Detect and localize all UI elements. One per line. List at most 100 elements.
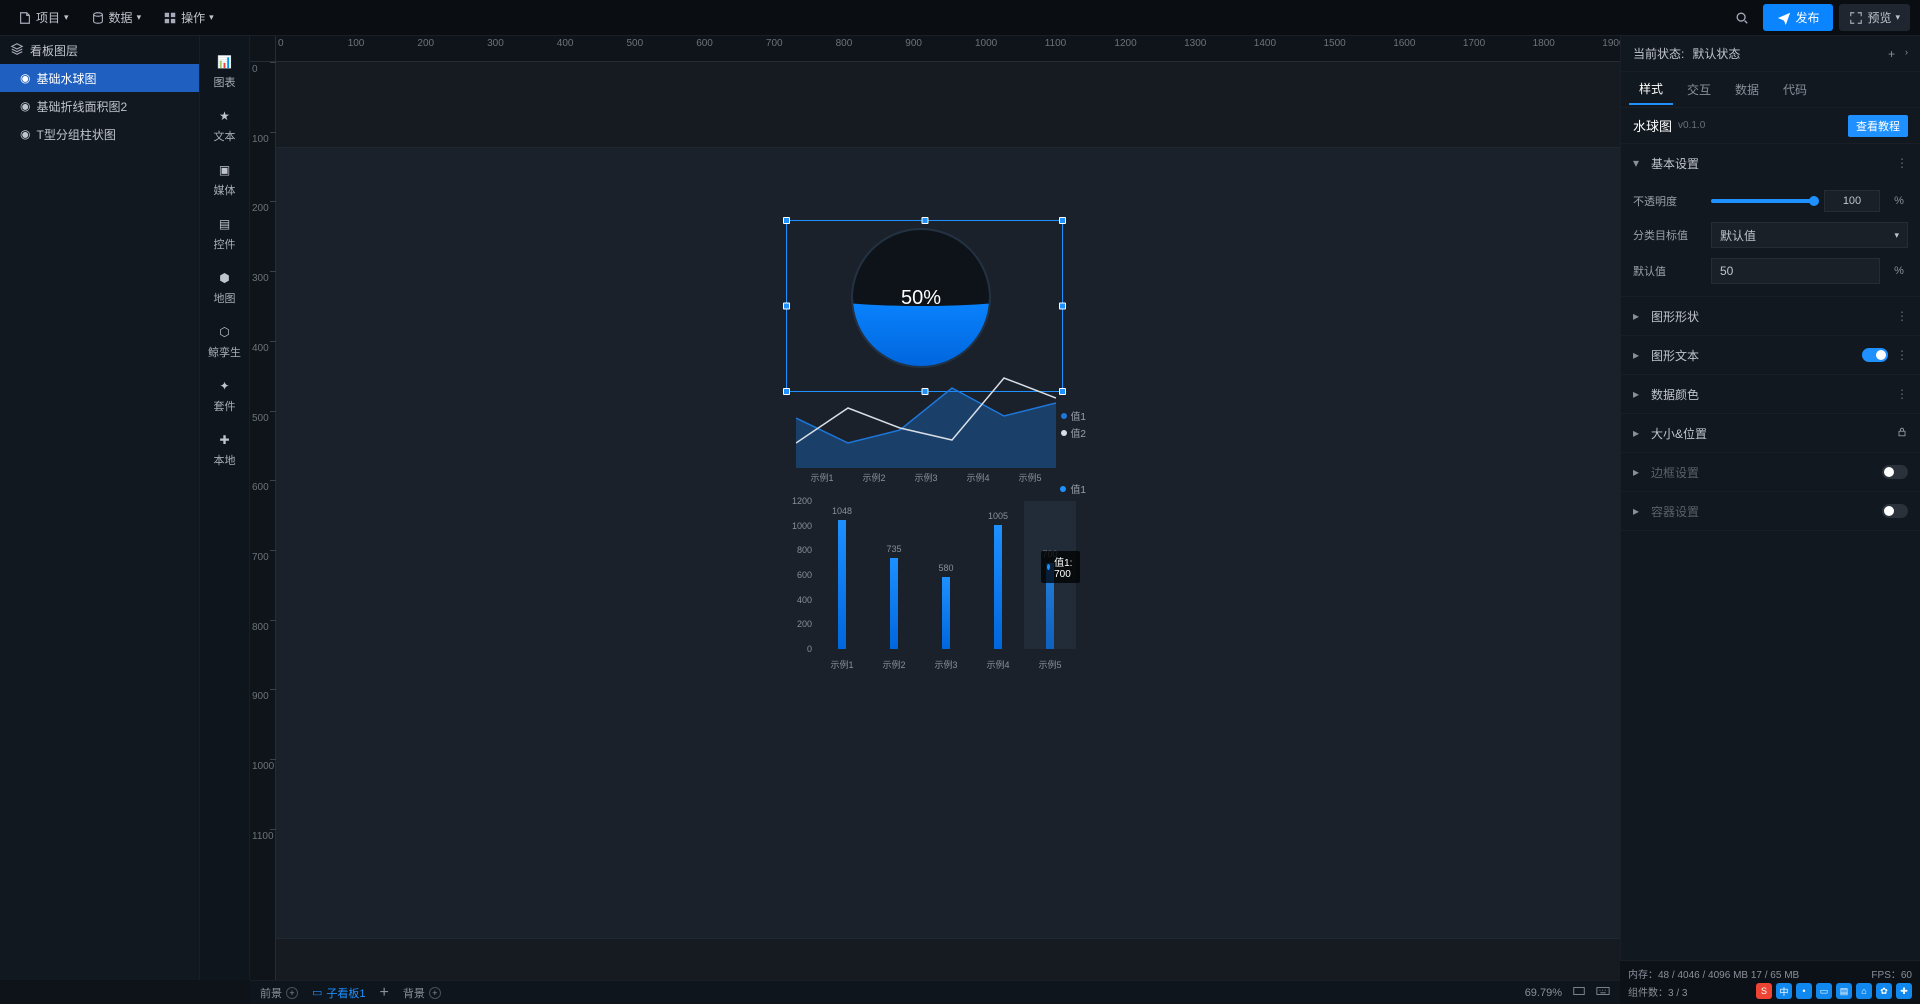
resize-handle[interactable] [1059,303,1066,310]
liquid-percent: 50% [853,230,989,366]
resize-handle[interactable] [921,217,928,224]
search-button[interactable] [1727,7,1757,29]
layer-label: 基础水球图 [36,70,96,87]
tab-background[interactable]: 背景 + [403,985,441,1001]
chevron-right-icon[interactable]: › [1905,47,1908,61]
opacity-slider[interactable] [1711,199,1814,203]
category-label: 媒体 [214,182,236,198]
more-icon[interactable]: ⋮ [1896,156,1908,170]
ruler-horizontal: 0100200300400500600700800900100011001200… [276,36,1620,62]
tab-add[interactable]: + [380,984,389,1002]
tray-icon[interactable]: • [1796,983,1812,999]
category-local[interactable]: ✚本地 [202,422,248,476]
layer-item[interactable]: ◉T型分组柱状图 [0,120,199,148]
add-state-button[interactable]: + [1888,47,1895,61]
menu-actions-label: 操作 [181,9,205,26]
ruler-vertical: 010020030040050060070080090010001100 [250,62,276,980]
property-tabs: 样式 交互 数据 代码 [1621,72,1920,108]
menu-project[interactable]: 项目 ▾ [10,5,77,30]
tray-icon[interactable]: 中 [1776,983,1792,999]
state-value[interactable]: 默认状态 [1692,45,1740,62]
container-switch[interactable] [1882,504,1908,518]
section-container-head[interactable]: ▸ 容器设置 [1621,492,1920,530]
tutorial-button[interactable]: 查看教程 [1848,115,1908,137]
area-chart-widget[interactable]: 值1 值2 示例1示例2示例3示例4示例5 [796,348,1056,468]
plus-icon[interactable]: + [286,987,298,999]
tray-icon[interactable]: ▤ [1836,983,1852,999]
component-title-bar: 水球图 v0.1.0 查看教程 [1621,108,1920,144]
more-icon[interactable]: ⋮ [1896,387,1908,401]
bar-chart-widget[interactable]: 值1 020040060080010001200 104873558010057… [816,501,1076,671]
opacity-value[interactable]: 100 [1824,190,1880,212]
chevron-right-icon: ▸ [1633,426,1643,440]
border-switch[interactable] [1882,465,1908,479]
liquidfill-widget[interactable]: 50% [851,228,991,368]
target-select[interactable]: 默认值 ▾ [1711,222,1908,248]
more-icon[interactable]: ⋮ [1896,309,1908,323]
publish-button[interactable]: 发布 [1763,4,1833,31]
zoom-value[interactable]: 69.79% [1525,987,1562,999]
preview-button[interactable]: 预览 ▾ [1839,4,1910,31]
artboard[interactable]: 50% 值1 值2 示例1示例2示例3示例4示例5 值1 02004006008… [276,148,1620,938]
resize-handle[interactable] [1059,388,1066,395]
component-version: v0.1.0 [1678,120,1705,131]
layer-item[interactable]: ◉基础水球图 [0,64,199,92]
category-chart[interactable]: 📊图表 [202,44,248,98]
default-value-input[interactable]: 50 [1711,258,1880,284]
resize-handle[interactable] [1059,217,1066,224]
text-switch[interactable] [1862,348,1888,362]
category-text[interactable]: ★文本 [202,98,248,152]
category-media[interactable]: ▣媒体 [202,152,248,206]
resize-handle[interactable] [783,388,790,395]
keyboard-icon[interactable] [1596,984,1610,1001]
menu-data[interactable]: 数据 ▾ [83,5,150,30]
category-twin[interactable]: ⬡鲸孪生 [202,314,248,368]
more-icon[interactable]: ⋮ [1896,348,1908,362]
category-map[interactable]: ⬢地图 [202,260,248,314]
canvas-stage[interactable]: 50% 值1 值2 示例1示例2示例3示例4示例5 值1 02004006008… [276,62,1620,980]
canvas-area: 0100200300400500600700800900100011001200… [250,36,1620,980]
section-shape-head[interactable]: ▸ 图形形状 ⋮ [1621,297,1920,335]
section-basic: ▾ 基本设置 ⋮ 不透明度 100 % 分类目标值 默认值 ▾ 默认值 [1621,144,1920,297]
tab-foreground[interactable]: 前景 + [260,985,298,1001]
control-icon: ▤ [216,215,234,233]
bar-tooltip: 值1: 700 [1041,551,1080,583]
chart-icon: 📊 [216,53,234,71]
chevron-right-icon: ▸ [1633,465,1643,479]
section-border-label: 边框设置 [1651,464,1699,481]
layers-title: 看板图层 [0,36,199,64]
publish-label: 发布 [1795,9,1819,26]
category-control[interactable]: ▤控件 [202,206,248,260]
resize-handle[interactable] [783,217,790,224]
section-container-label: 容器设置 [1651,503,1699,520]
section-color-head[interactable]: ▸ 数据颜色 ⋮ [1621,375,1920,413]
section-border-head[interactable]: ▸ 边框设置 [1621,453,1920,491]
tab-code[interactable]: 代码 [1773,75,1817,104]
section-text-head[interactable]: ▸ 图形文本 ⋮ [1621,336,1920,374]
plus-icon[interactable]: + [429,987,441,999]
resize-handle[interactable] [783,303,790,310]
fit-icon[interactable] [1572,984,1586,1001]
area-xaxis: 示例1示例2示例3示例4示例5 [796,471,1056,484]
state-label: 当前状态: [1633,45,1684,62]
section-basic-head[interactable]: ▾ 基本设置 ⋮ [1621,144,1920,182]
tray-icon[interactable]: ✚ [1896,983,1912,999]
category-kit[interactable]: ✦套件 [202,368,248,422]
layer-item[interactable]: ◉基础折线面积图2 [0,92,199,120]
tray-icon[interactable]: ▭ [1816,983,1832,999]
tab-interaction[interactable]: 交互 [1677,75,1721,104]
tray-icon[interactable]: S [1756,983,1772,999]
category-label: 本地 [214,452,236,468]
tray-icon[interactable]: ⌂ [1856,983,1872,999]
menu-actions[interactable]: 操作 ▾ [155,5,222,30]
tab-subboard[interactable]: ▭ 子看板1 [312,985,366,1001]
kit-icon: ✦ [216,377,234,395]
zoom-controls: 69.79% [1525,984,1610,1001]
lock-icon[interactable] [1896,426,1908,441]
tab-style[interactable]: 样式 [1629,74,1673,105]
file-icon [18,11,32,25]
section-sizepos-head[interactable]: ▸ 大小&位置 [1621,414,1920,452]
section-shape-label: 图形形状 [1651,308,1699,325]
tab-data[interactable]: 数据 [1725,75,1769,104]
tray-icon[interactable]: ✿ [1876,983,1892,999]
